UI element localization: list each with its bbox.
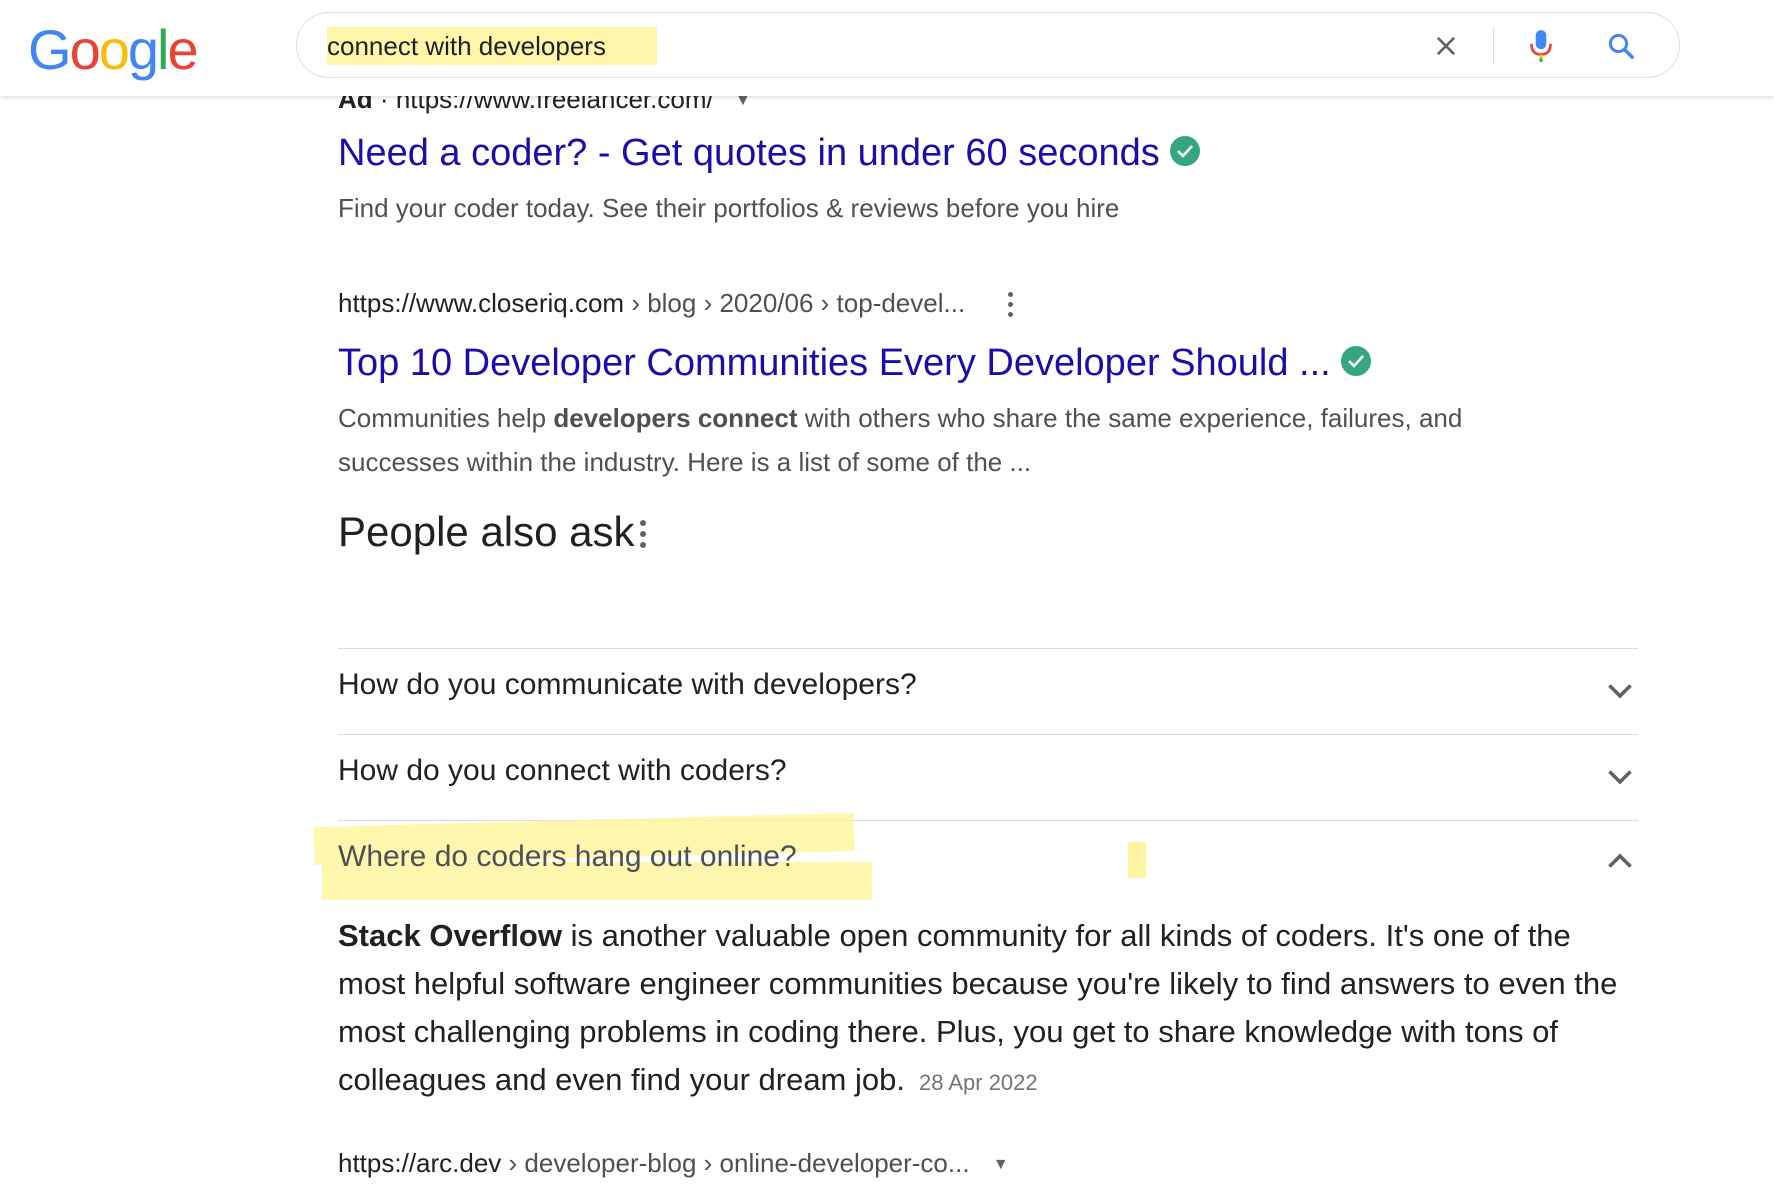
search-box (296, 12, 1680, 78)
result-url-line-2[interactable]: https://arc.dev › developer-blog › onlin… (338, 1148, 1009, 1179)
clear-button[interactable] (1427, 27, 1465, 65)
result-title[interactable]: Top 10 Developer Communities Every Devel… (338, 342, 1371, 385)
microphone-icon (1530, 30, 1552, 62)
paa-question-3[interactable]: Where do coders hang out online? (338, 820, 1638, 906)
chevron-up-icon (1608, 853, 1632, 868)
voice-search-button[interactable] (1521, 25, 1561, 67)
ad-title-text: Need a coder? - Get quotes in under 60 s… (338, 132, 1160, 174)
paa-question-2[interactable]: How do you connect with coders? (338, 734, 1638, 820)
verified-check-icon (1169, 135, 1200, 166)
result-snippet: Communities help developers connect with… (338, 403, 1463, 477)
header: Google (0, 0, 1774, 96)
people-also-ask-heading: People also ask (338, 508, 635, 555)
search-input[interactable] (327, 25, 1387, 67)
chevron-down-icon (1608, 770, 1632, 785)
paa-question-text: How do you connect with coders? (338, 754, 787, 787)
result-title-text: Top 10 Developer Communities Every Devel… (338, 342, 1331, 384)
result-url-domain: https://www.closeriq.com (338, 288, 625, 318)
result-url-path: › blog › 2020/06 › top-devel... (624, 288, 966, 318)
paa-question-text: Where do coders hang out online? (338, 840, 797, 873)
paa-more-options-icon[interactable] (640, 520, 646, 553)
search-submit-button[interactable] (1601, 25, 1641, 67)
search-results-page: Google connect with developers Ad · http… (0, 0, 1774, 1190)
paa-answer: Stack Overflow is another valuable open … (338, 912, 1638, 1107)
result-url-domain: https://arc.dev (338, 1148, 502, 1178)
chevron-down-icon (1608, 684, 1632, 699)
paa-question-text: How do you communicate with developers? (338, 668, 917, 701)
ad-result-title[interactable]: Need a coder? - Get quotes in under 60 s… (338, 132, 1200, 175)
paa-question-1[interactable]: How do you communicate with developers? (338, 648, 1638, 734)
verified-check-icon (1340, 345, 1371, 376)
more-options-icon[interactable] (1008, 292, 1014, 318)
answer-date: 28 Apr 2022 (918, 1070, 1038, 1095)
caret-down-icon[interactable]: ▼ (993, 1156, 1009, 1174)
answer-bold: Stack Overflow (338, 918, 562, 953)
ad-snippet: Find your coder today. See their portfol… (338, 193, 1120, 223)
result-url-line[interactable]: https://www.closeriq.com › blog › 2020/0… (338, 288, 1014, 319)
result-url-path: › developer-blog › online-developer-co..… (501, 1148, 970, 1178)
close-icon (1436, 36, 1456, 56)
search-divider (1493, 27, 1494, 65)
search-icon (1608, 33, 1634, 59)
google-logo[interactable]: Google (28, 14, 199, 86)
